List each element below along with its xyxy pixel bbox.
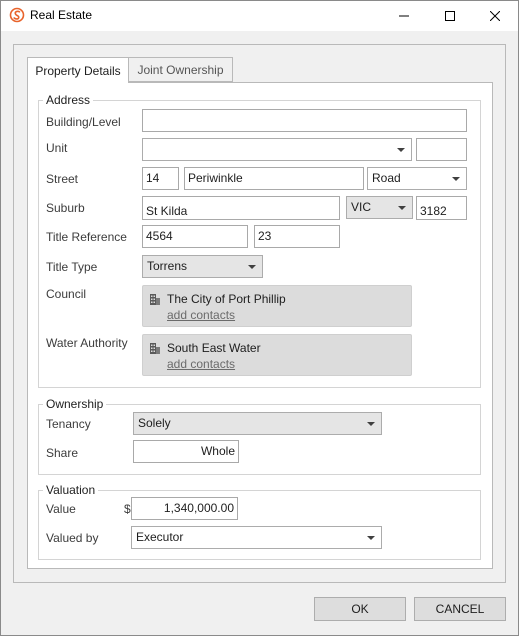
title-reference-input-1[interactable]: 4564	[142, 225, 248, 248]
ok-button[interactable]: OK	[314, 597, 406, 621]
tab-property-details[interactable]: Property Details	[27, 57, 129, 83]
street-type-combo[interactable]: Road	[367, 167, 467, 190]
building-label: Building/Level	[46, 115, 121, 129]
title-type-combo[interactable]: Torrens	[142, 255, 263, 278]
council-add-contacts-link[interactable]: add contacts	[167, 308, 235, 322]
close-button[interactable]	[472, 1, 518, 31]
close-icon	[490, 11, 500, 21]
valued-by-combo[interactable]: Executor	[131, 526, 382, 549]
suburb-input[interactable]: St Kilda	[142, 196, 340, 220]
cancel-button[interactable]: CANCEL	[414, 597, 506, 621]
tenancy-label: Tenancy	[46, 417, 91, 431]
window-title: Real Estate	[30, 8, 93, 22]
title-reference-input-2[interactable]: 23	[254, 225, 340, 248]
title-reference-label: Title Reference	[46, 230, 127, 244]
value-label: Value	[46, 502, 76, 516]
chevron-down-icon	[248, 265, 256, 269]
postcode-input[interactable]: 3182	[416, 196, 467, 220]
tenancy-value: Solely	[138, 416, 171, 430]
state-value: VIC	[351, 200, 372, 214]
minimize-icon	[399, 15, 409, 17]
tab-joint-ownership[interactable]: Joint Ownership	[128, 57, 233, 82]
suburb-label: Suburb	[46, 201, 85, 215]
unit-label: Unit	[46, 141, 68, 155]
state-combo[interactable]: VIC	[346, 196, 413, 219]
unit-combo[interactable]	[142, 138, 412, 161]
share-label: Share	[46, 446, 79, 460]
water-authority-name: South East Water	[167, 341, 261, 355]
street-name-input[interactable]: Periwinkle	[184, 167, 364, 190]
council-name: The City of Port Phillip	[167, 292, 286, 306]
address-legend: Address	[43, 93, 94, 107]
maximize-icon	[445, 11, 455, 21]
council-card: The City of Port Phillip add contacts	[142, 285, 412, 327]
ownership-legend: Ownership	[43, 397, 107, 411]
street-type-value: Road	[372, 171, 401, 185]
water-authority-label: Water Authority	[46, 336, 128, 350]
chevron-down-icon	[397, 148, 405, 152]
water-authority-card: South East Water add contacts	[142, 334, 412, 376]
building-input[interactable]	[142, 109, 467, 132]
valued-by-label: Valued by	[46, 531, 99, 545]
unit-extra-input[interactable]	[416, 138, 467, 161]
valuation-group	[38, 490, 481, 560]
minimize-button[interactable]	[381, 1, 427, 31]
value-input[interactable]: 1,340,000.00	[131, 497, 238, 520]
tenancy-combo[interactable]: Solely	[133, 412, 382, 435]
valuation-legend: Valuation	[43, 483, 99, 497]
chevron-down-icon	[367, 536, 375, 540]
street-label: Street	[46, 172, 79, 186]
building-icon	[150, 343, 160, 354]
chevron-down-icon	[367, 422, 375, 426]
chevron-down-icon	[452, 177, 460, 181]
maximize-button[interactable]	[427, 1, 473, 31]
title-type-label: Title Type	[46, 260, 98, 274]
app-logo-icon	[9, 7, 25, 23]
share-input[interactable]: Whole	[133, 440, 239, 463]
council-label: Council	[46, 287, 87, 301]
water-authority-add-contacts-link[interactable]: add contacts	[167, 357, 235, 371]
title-type-value: Torrens	[147, 259, 188, 273]
street-number-input[interactable]: 14	[142, 167, 179, 190]
chevron-down-icon	[398, 206, 406, 210]
valued-by-value: Executor	[136, 530, 184, 544]
currency-symbol: $	[124, 502, 131, 516]
building-icon	[150, 294, 160, 305]
